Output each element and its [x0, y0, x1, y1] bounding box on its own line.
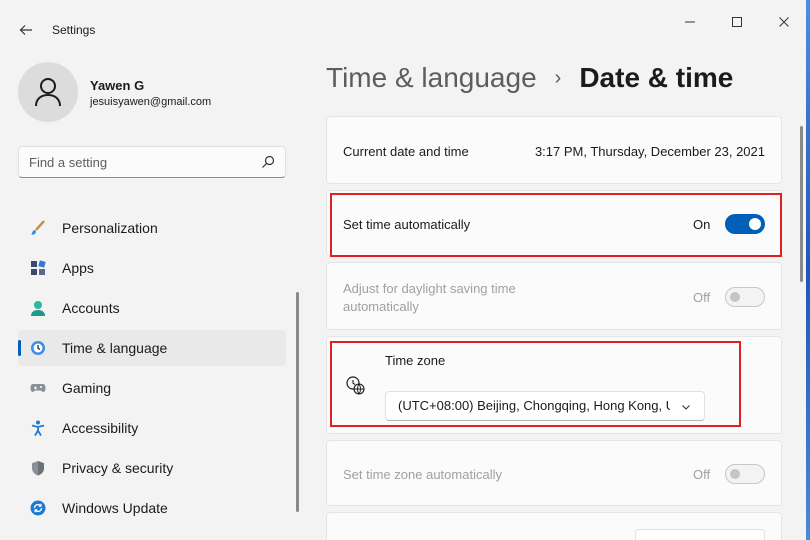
- globe-clock-icon: [31, 341, 45, 355]
- daylight-label-line2: automatically: [343, 299, 419, 314]
- sidebar-item-label: Windows Update: [62, 500, 168, 516]
- avatar[interactable]: [18, 62, 78, 122]
- auto-timezone-state: Off: [693, 467, 711, 482]
- minimize-button[interactable]: [667, 8, 713, 36]
- update-icon: [30, 500, 46, 516]
- page-title: Date & time: [579, 62, 734, 93]
- app-title: Settings: [52, 23, 96, 37]
- arrow-left-icon: [19, 25, 32, 35]
- sidebar-item-gaming[interactable]: Gaming: [18, 370, 286, 406]
- sidebar-item-label: Time & language: [62, 340, 168, 356]
- time-zone-value: (UTC+08:00) Beijing, Chongqing, Hong Kon…: [398, 398, 670, 413]
- auto-timezone-toggle[interactable]: [725, 464, 765, 484]
- sidebar-item-accessibility[interactable]: Accessibility: [18, 410, 286, 446]
- user-email: jesuisyawen@gmail.com: [90, 96, 212, 108]
- gamepad-icon: [30, 384, 46, 392]
- current-date-value: 3:17 PM, Thursday, December 23, 2021: [534, 144, 765, 159]
- sidebar-item-label: Apps: [62, 260, 94, 276]
- current-date-label: Current date and time: [343, 144, 469, 159]
- apps-icon: [31, 260, 46, 275]
- person-icon: [31, 301, 45, 316]
- close-icon: [779, 17, 789, 27]
- sidebar-item-label: Privacy & security: [62, 460, 174, 476]
- accessibility-icon: [31, 420, 45, 436]
- chevron-down-icon: [682, 405, 690, 410]
- daylight-toggle[interactable]: [725, 287, 765, 307]
- sidebar-item-time-language[interactable]: Time & language: [18, 330, 286, 366]
- chevron-right-icon: ›: [554, 66, 562, 89]
- breadcrumb-parent[interactable]: Time & language: [326, 62, 537, 94]
- sidebar-item-personalization[interactable]: Personalization: [18, 210, 286, 246]
- auto-time-card: Set time automatically On: [326, 190, 782, 256]
- globe-clock-icon: [346, 376, 365, 395]
- maximize-button[interactable]: [714, 8, 760, 36]
- back-button[interactable]: [12, 16, 40, 44]
- sidebar-item-label: Accounts: [62, 300, 120, 316]
- settings-window: Settings Yawen G jesuisyawen@gmail.com F…: [0, 0, 810, 540]
- shield-icon: [32, 461, 44, 476]
- title-bar: Settings: [0, 0, 810, 44]
- toggle-knob: [730, 292, 740, 302]
- time-zone-dropdown[interactable]: (UTC+08:00) Beijing, Chongqing, Hong Kon…: [385, 391, 705, 421]
- desktop-edge: [806, 0, 810, 540]
- sidebar-item-label: Gaming: [62, 380, 112, 396]
- next-setting-card: [326, 512, 782, 540]
- auto-time-state: On: [693, 217, 711, 232]
- auto-timezone-label: Set time zone automatically: [343, 467, 502, 482]
- sidebar-item-windows-update[interactable]: Windows Update: [18, 490, 286, 526]
- time-zone-card: Time zone (UTC+08:00) Beijing, Chongqing…: [326, 336, 782, 434]
- close-button[interactable]: [761, 8, 807, 36]
- sidebar-item-apps[interactable]: Apps: [18, 250, 286, 286]
- daylight-label-line1: Adjust for daylight saving time: [343, 281, 516, 296]
- current-date-card: Current date and time 3:17 PM, Thursday,…: [326, 116, 782, 184]
- sidebar-scrollbar[interactable]: [296, 292, 299, 512]
- sidebar-item-label: Accessibility: [62, 420, 139, 436]
- maximize-icon: [732, 17, 742, 27]
- search-icon[interactable]: [261, 155, 275, 169]
- auto-time-label: Set time automatically: [343, 217, 471, 232]
- breadcrumb: Time & language › Date & time: [326, 62, 733, 94]
- sidebar-item-accounts[interactable]: Accounts: [18, 290, 286, 326]
- auto-timezone-card: Set time zone automatically Off: [326, 440, 782, 506]
- search-box[interactable]: [18, 146, 286, 178]
- search-input[interactable]: [19, 147, 259, 177]
- person-icon: [35, 78, 61, 107]
- time-zone-label: Time zone: [385, 353, 446, 368]
- sidebar-item-privacy-security[interactable]: Privacy & security: [18, 450, 286, 486]
- user-name: Yawen G: [90, 78, 145, 93]
- main-scrollbar[interactable]: [800, 126, 803, 282]
- daylight-saving-card: Adjust for daylight saving time automati…: [326, 262, 782, 330]
- toggle-knob: [749, 218, 761, 230]
- minimize-icon: [685, 21, 695, 23]
- brush-icon: [31, 220, 45, 235]
- sidebar-nav: Personalization Apps Accounts Time & lan…: [18, 210, 286, 530]
- sidebar-item-label: Personalization: [62, 220, 158, 236]
- sync-button-partial[interactable]: [635, 529, 765, 540]
- auto-time-toggle[interactable]: [725, 214, 765, 234]
- toggle-knob: [730, 469, 740, 479]
- daylight-state: Off: [693, 290, 711, 305]
